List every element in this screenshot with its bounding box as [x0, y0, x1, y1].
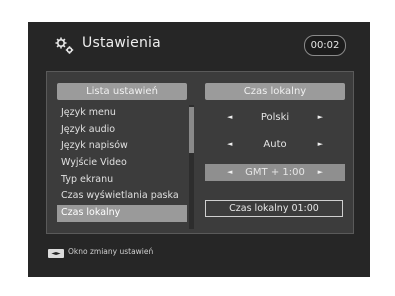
gears-icon	[54, 36, 76, 56]
scrollbar[interactable]	[189, 105, 194, 229]
list-item-video-output[interactable]: Wyjście Video	[57, 155, 187, 172]
list-item-audio-language[interactable]: Język audio	[57, 122, 187, 139]
option-value: Auto	[263, 139, 287, 150]
list-item-menu-language[interactable]: Język menu	[57, 105, 187, 122]
option-value: Polski	[260, 112, 290, 123]
list-item-local-time[interactable]: Czas lokalny	[57, 205, 187, 222]
option-row-3[interactable]: ◄ GMT + 1:00 ►	[205, 164, 345, 181]
detail-header: Czas lokalny	[205, 83, 345, 100]
option-row-1[interactable]: ◄ Polski ►	[205, 109, 345, 126]
local-time-status: Czas lokalny 01:00	[205, 200, 343, 217]
list-item-screen-type[interactable]: Typ ekranu	[57, 172, 187, 189]
option-row-2[interactable]: ◄ Auto ►	[205, 136, 345, 153]
osd-screen: Ustawienia 00:02 Lista ustawień Język me…	[28, 22, 370, 277]
settings-list: Język menu Język audio Język napisów Wyj…	[57, 105, 187, 229]
list-item-bar-display-time[interactable]: Czas wyświetlania paska	[57, 188, 187, 205]
page-title: Ustawienia	[82, 35, 161, 51]
settings-panel: Lista ustawień Język menu Język audio Ję…	[46, 71, 354, 234]
option-value: GMT + 1:00	[245, 167, 305, 178]
clock-display: 00:02	[304, 35, 346, 56]
settings-list-header: Lista ustawień	[57, 83, 187, 100]
scrollbar-thumb[interactable]	[189, 107, 194, 153]
left-right-arrows-key-icon: ◄►	[48, 249, 64, 258]
right-arrow-icon[interactable]: ►	[318, 164, 323, 181]
footer-bar: ◄► Okno zmiany ustawień	[38, 244, 360, 264]
list-item-subtitle-language[interactable]: Język napisów	[57, 138, 187, 155]
right-arrow-icon[interactable]: ►	[318, 109, 323, 126]
right-arrow-icon[interactable]: ►	[318, 136, 323, 153]
footer-hint: Okno zmiany ustawień	[68, 247, 154, 256]
header-bar: Ustawienia 00:02	[38, 30, 360, 60]
